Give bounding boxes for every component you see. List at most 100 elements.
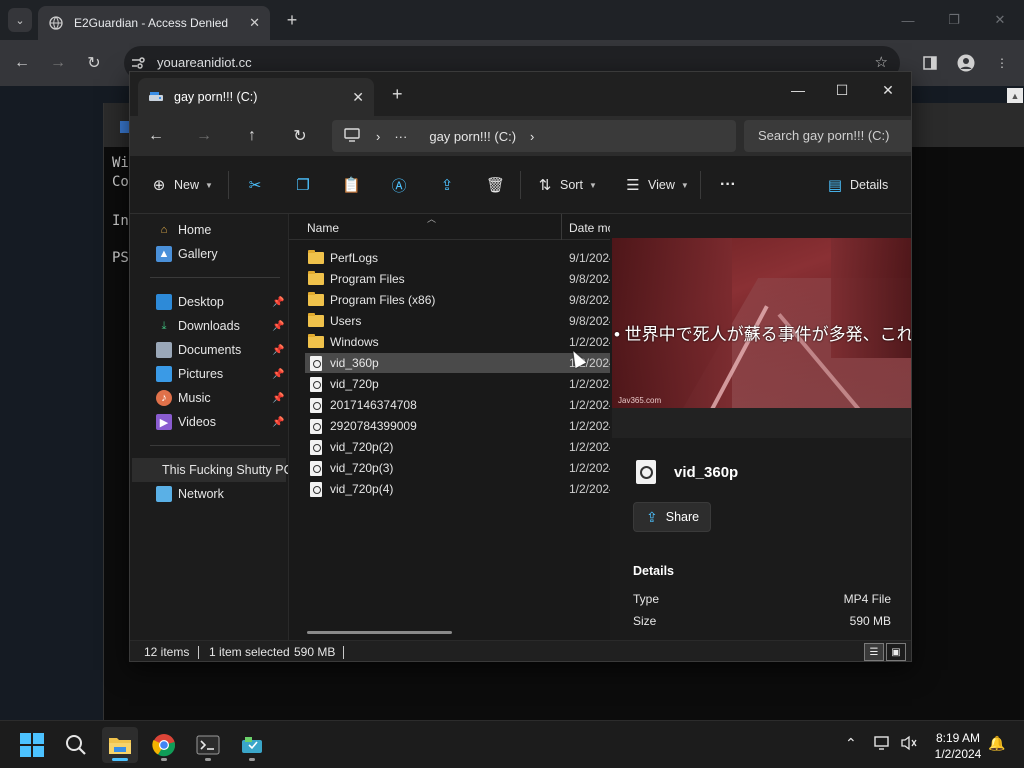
search-button[interactable] [58,727,94,763]
refresh-icon[interactable]: ↻ [286,124,314,148]
more-options-button[interactable]: ··· [720,173,736,197]
tiles-view-icon[interactable]: ▣ [886,643,906,661]
video-file-icon [308,376,324,392]
site-settings-icon[interactable] [130,55,146,71]
column-date-modified[interactable]: Date modified [569,221,610,235]
copy-button[interactable]: ❐ [294,173,312,197]
reload-icon[interactable]: ↻ [82,51,106,75]
chevron-right-icon[interactable]: › [376,129,380,144]
sort-button[interactable]: ⇅ Sort ▼ [536,173,597,197]
volume-muted-icon[interactable] [900,735,918,754]
minimize-icon[interactable]: — [896,8,920,32]
browser-tab[interactable]: E2Guardian - Access Denied ✕ [38,6,270,40]
file-row[interactable]: Windows 1/2/2024 [305,332,610,352]
maximize-icon[interactable]: ☐ [820,76,864,104]
details-label: Details [850,178,889,192]
taskbar-app[interactable] [234,727,270,763]
clipboard-icon: 📋 [342,177,361,194]
file-row[interactable]: 2920784399009 1/2/2024 [305,416,610,436]
taskbar-chrome[interactable] [146,727,182,763]
forward-arrow-icon[interactable]: → [190,124,218,148]
share-button[interactable]: ⇪ [438,173,456,197]
tab-search-button[interactable]: ⌄ [8,8,32,32]
file-date: 9/1/2024 [569,251,610,265]
search-input[interactable]: Search gay porn!!! (C:) [744,120,911,152]
back-arrow-icon[interactable]: ← [142,124,170,148]
nav-item-documents[interactable]: Documents 📌 [156,340,286,360]
close-window-icon[interactable]: ✕ [988,8,1012,32]
folder-icon [308,292,324,308]
file-row[interactable]: Program Files (x86) 9/8/2024 [305,290,610,310]
chevron-right-icon[interactable]: › [530,129,534,144]
nav-item-gallery[interactable]: ▲ Gallery [156,244,286,264]
bookmark-star-icon[interactable]: ☆ [875,53,888,71]
new-button[interactable]: ⊕ New ▼ [150,173,213,197]
nav-item-this-pc[interactable]: This Fucking Shutty PC [132,458,288,482]
up-arrow-icon[interactable]: ↑ [238,124,266,148]
close-tab-icon[interactable]: ✕ [352,89,364,106]
rename-button[interactable]: Ⓐ [390,173,408,197]
pin-icon[interactable]: 📌 [272,321,284,332]
horizontal-scrollbar[interactable] [307,631,452,634]
details-pane-button[interactable]: ▤ Details [826,173,888,197]
forward-arrow-icon[interactable]: → [46,51,70,75]
minimize-icon[interactable]: — [776,76,820,104]
column-name[interactable]: Name [307,221,339,235]
monitor-icon[interactable] [344,127,362,145]
profile-icon[interactable] [954,51,978,75]
scroll-up-arrow-icon[interactable]: ▲ [1007,88,1023,104]
side-panel-icon[interactable] [918,51,942,75]
explorer-tab[interactable]: gay porn!!! (C:) ✕ [138,78,374,116]
pin-icon[interactable]: 📌 [272,393,284,404]
close-tab-icon[interactable]: ✕ [249,15,260,31]
delete-button[interactable]: 🗑 [486,173,505,197]
paste-button[interactable]: 📋 [342,173,361,197]
pin-icon[interactable]: 📌 [272,417,284,428]
preview-share-button[interactable]: ⇪ Share [633,502,711,532]
details-pane-icon: ▤ [827,177,843,194]
view-button[interactable]: ☰ View ▼ [624,173,689,197]
pin-icon[interactable]: 📌 [272,345,284,356]
nav-item-downloads[interactable]: ⤓ Downloads 📌 [156,316,286,336]
taskbar-file-explorer[interactable] [102,727,138,763]
pin-icon[interactable]: 📌 [272,369,284,380]
network-status-icon[interactable] [874,735,892,754]
start-button[interactable] [14,727,50,763]
chevron-up-icon[interactable]: ⌃ [845,735,857,752]
file-row[interactable]: PerfLogs 9/1/2024 [305,248,610,268]
nav-item-home[interactable]: ⌂ Home [156,220,286,240]
pin-icon[interactable]: 📌 [272,297,284,308]
file-row[interactable]: vid_720p 1/2/2024 [305,374,610,394]
nav-item-network[interactable]: Network [156,484,286,504]
file-row[interactable]: vid_720p(2) 1/2/2024 [305,437,610,457]
new-tab-button[interactable]: + [282,8,302,32]
close-window-icon[interactable]: ✕ [866,76,910,104]
file-row[interactable]: 2017146374708 1/2/2024 [305,395,610,415]
nav-item-music[interactable]: ♪ Music 📌 [156,388,286,408]
breadcrumb-location[interactable]: gay porn!!! (C:) [429,129,516,144]
nav-label: Network [178,487,224,501]
taskbar-terminal[interactable] [190,727,226,763]
back-arrow-icon[interactable]: ← [10,51,34,75]
system-clock[interactable]: 8:19 AM 1/2/2024 [926,730,990,762]
new-tab-button[interactable]: + [392,84,403,105]
file-row[interactable]: vid_720p(4) 1/2/2024 [305,479,610,499]
share-label: Share [665,510,700,524]
details-view-icon[interactable]: ☰ [864,643,884,661]
explorer-address-bar[interactable]: › ··· gay porn!!! (C:) › [332,120,736,152]
cut-button[interactable]: ✂ [246,173,264,197]
kebab-menu-icon[interactable]: ⋮ [990,51,1014,75]
notification-bell-icon[interactable]: 🔔 [988,735,1005,752]
file-row[interactable]: vid_360p1/2/2024 [305,353,610,373]
url-text[interactable]: youareanidiot.cc [157,55,252,70]
restore-icon[interactable]: ❐ [942,8,966,32]
nav-item-desktop[interactable]: Desktop 📌 [156,292,286,312]
nav-item-videos[interactable]: ▶ Videos 📌 [156,412,286,432]
file-row[interactable]: Users 9/8/2024 [305,311,610,331]
column-divider[interactable] [561,214,562,240]
nav-item-pictures[interactable]: Pictures 📌 [156,364,286,384]
file-row[interactable]: Program Files 9/8/2024 [305,269,610,289]
file-row[interactable]: vid_720p(3) 1/2/2024 [305,458,610,478]
status-selected: 1 item selected [209,645,290,659]
breadcrumb-overflow[interactable]: ··· [394,129,407,144]
